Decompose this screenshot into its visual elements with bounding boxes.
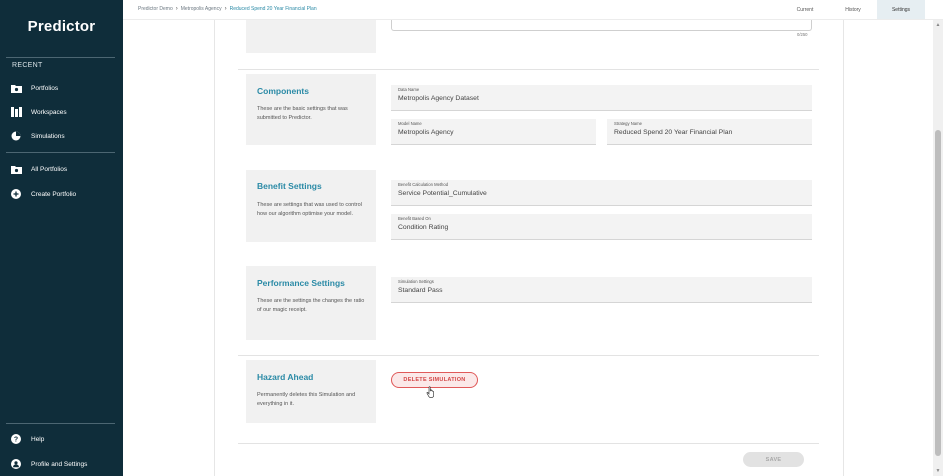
field-label: Benefit Calculation Method [398, 182, 449, 187]
sidebar-item-simulations[interactable]: Simulations [0, 126, 123, 146]
folder-icon [10, 163, 22, 175]
sidebar-item-label: Simulations [31, 132, 65, 140]
description-textarea[interactable] [391, 20, 812, 31]
section-title: Benefit Settings [257, 181, 322, 191]
benefit-based-on-field[interactable]: Benefit Based On Condition Rating [391, 214, 812, 240]
sidebar-divider [6, 423, 115, 424]
chevron-right-icon: › [175, 6, 178, 12]
section-title: Performance Settings [257, 278, 345, 288]
description-card [246, 20, 376, 53]
scrollbar-thumb[interactable] [935, 130, 941, 456]
strategy-name-field[interactable]: Strategy Name Reduced Spend 20 Year Fina… [607, 119, 812, 145]
field-label: Strategy Name [614, 121, 642, 126]
section-description: These are settings that was used to cont… [257, 202, 362, 217]
save-button[interactable]: SAVE [743, 452, 804, 467]
scroll-down-icon[interactable]: ▼ [935, 468, 941, 474]
field-value: Service Potential_Cumulative [398, 190, 487, 197]
content-border [843, 20, 844, 476]
simulation-settings-field[interactable]: Simulation Settings Standard Pass [391, 277, 812, 303]
tab-current[interactable]: Current [781, 0, 829, 19]
scroll-up-icon[interactable]: ▲ [935, 22, 941, 28]
section-description: These are the basic settings that was su… [257, 106, 348, 121]
hand-cursor-icon [426, 385, 436, 398]
breadcrumb-item[interactable]: Predictor Demo [138, 6, 173, 12]
field-label: Benefit Based On [398, 216, 431, 221]
content-border [214, 20, 215, 476]
sidebar-item-profile[interactable]: Profile and Settings [0, 454, 123, 474]
hazard-card: Hazard Ahead Permanently deletes this Si… [246, 360, 376, 423]
simulation-icon [10, 130, 22, 142]
folder-icon [10, 82, 22, 94]
sidebar-item-label: All Portfolios [31, 165, 68, 173]
data-name-field[interactable]: Data Name Metropolis Agency Dataset [391, 85, 812, 111]
sidebar-item-all-portfolios[interactable]: All Portfolios [0, 159, 123, 179]
workspaces-icon [10, 106, 22, 118]
sidebar-item-help[interactable]: ? Help [0, 429, 123, 449]
benefit-settings-card: Benefit Settings These are settings that… [246, 170, 376, 242]
svg-text:?: ? [14, 437, 18, 444]
sidebar-item-label: Profile and Settings [31, 460, 88, 468]
breadcrumb: Predictor Demo › Metropolis Agency › Red… [138, 6, 317, 12]
field-value: Condition Rating [398, 224, 449, 231]
components-card: Components These are the basic settings … [246, 74, 376, 145]
sidebar-item-label: Workspaces [31, 108, 67, 116]
section-description: Permanently deletes this Simulation and … [257, 392, 356, 407]
model-name-field[interactable]: Model Name Metropolis Agency [391, 119, 596, 145]
sidebar-item-label: Portfolios [31, 84, 59, 92]
benefit-calculation-method-field[interactable]: Benefit Calculation Method Service Poten… [391, 180, 812, 206]
help-icon: ? [10, 433, 22, 445]
character-counter: 0/250 [797, 32, 808, 37]
section-description: These are the settings the changes the r… [257, 298, 365, 313]
performance-settings-card: Performance Settings These are the setti… [246, 266, 376, 340]
sidebar-item-portfolios[interactable]: Portfolios [0, 78, 123, 98]
sidebar-item-label: Create Portfolio [31, 190, 77, 198]
sidebar-divider [6, 152, 115, 153]
sidebar-item-workspaces[interactable]: Workspaces [0, 102, 123, 122]
chevron-right-icon: › [224, 6, 227, 12]
app-logo[interactable]: Predictor [0, 18, 123, 35]
field-value: Metropolis Agency [398, 129, 454, 136]
section-divider [238, 443, 819, 444]
sidebar-item-create-portfolio[interactable]: Create Portfolio [0, 184, 123, 204]
section-divider [238, 69, 819, 70]
tab-settings[interactable]: Settings [877, 0, 925, 19]
tab-history[interactable]: History [829, 0, 877, 19]
field-value: Metropolis Agency Dataset [398, 95, 479, 102]
section-divider [238, 355, 819, 356]
top-tabs: Current History Settings [781, 0, 943, 19]
section-title: Hazard Ahead [257, 372, 314, 382]
field-label: Simulation Settings [398, 279, 434, 284]
profile-icon [10, 458, 22, 470]
sidebar-item-label: Help [31, 435, 45, 443]
plus-circle-icon [10, 188, 22, 200]
section-title: Components [257, 86, 309, 96]
sidebar: Predictor RECENT Portfolios Workspaces S… [0, 0, 123, 476]
field-label: Data Name [398, 87, 420, 92]
sidebar-divider [6, 57, 115, 58]
recent-section-label: RECENT [12, 62, 43, 69]
field-value: Reduced Spend 20 Year Financial Plan [614, 129, 733, 136]
field-label: Model Name [398, 121, 422, 126]
breadcrumb-current[interactable]: Reduced Spend 20 Year Financial Plan [230, 6, 317, 12]
breadcrumb-item[interactable]: Metropolis Agency [181, 6, 222, 12]
field-value: Standard Pass [398, 287, 443, 294]
